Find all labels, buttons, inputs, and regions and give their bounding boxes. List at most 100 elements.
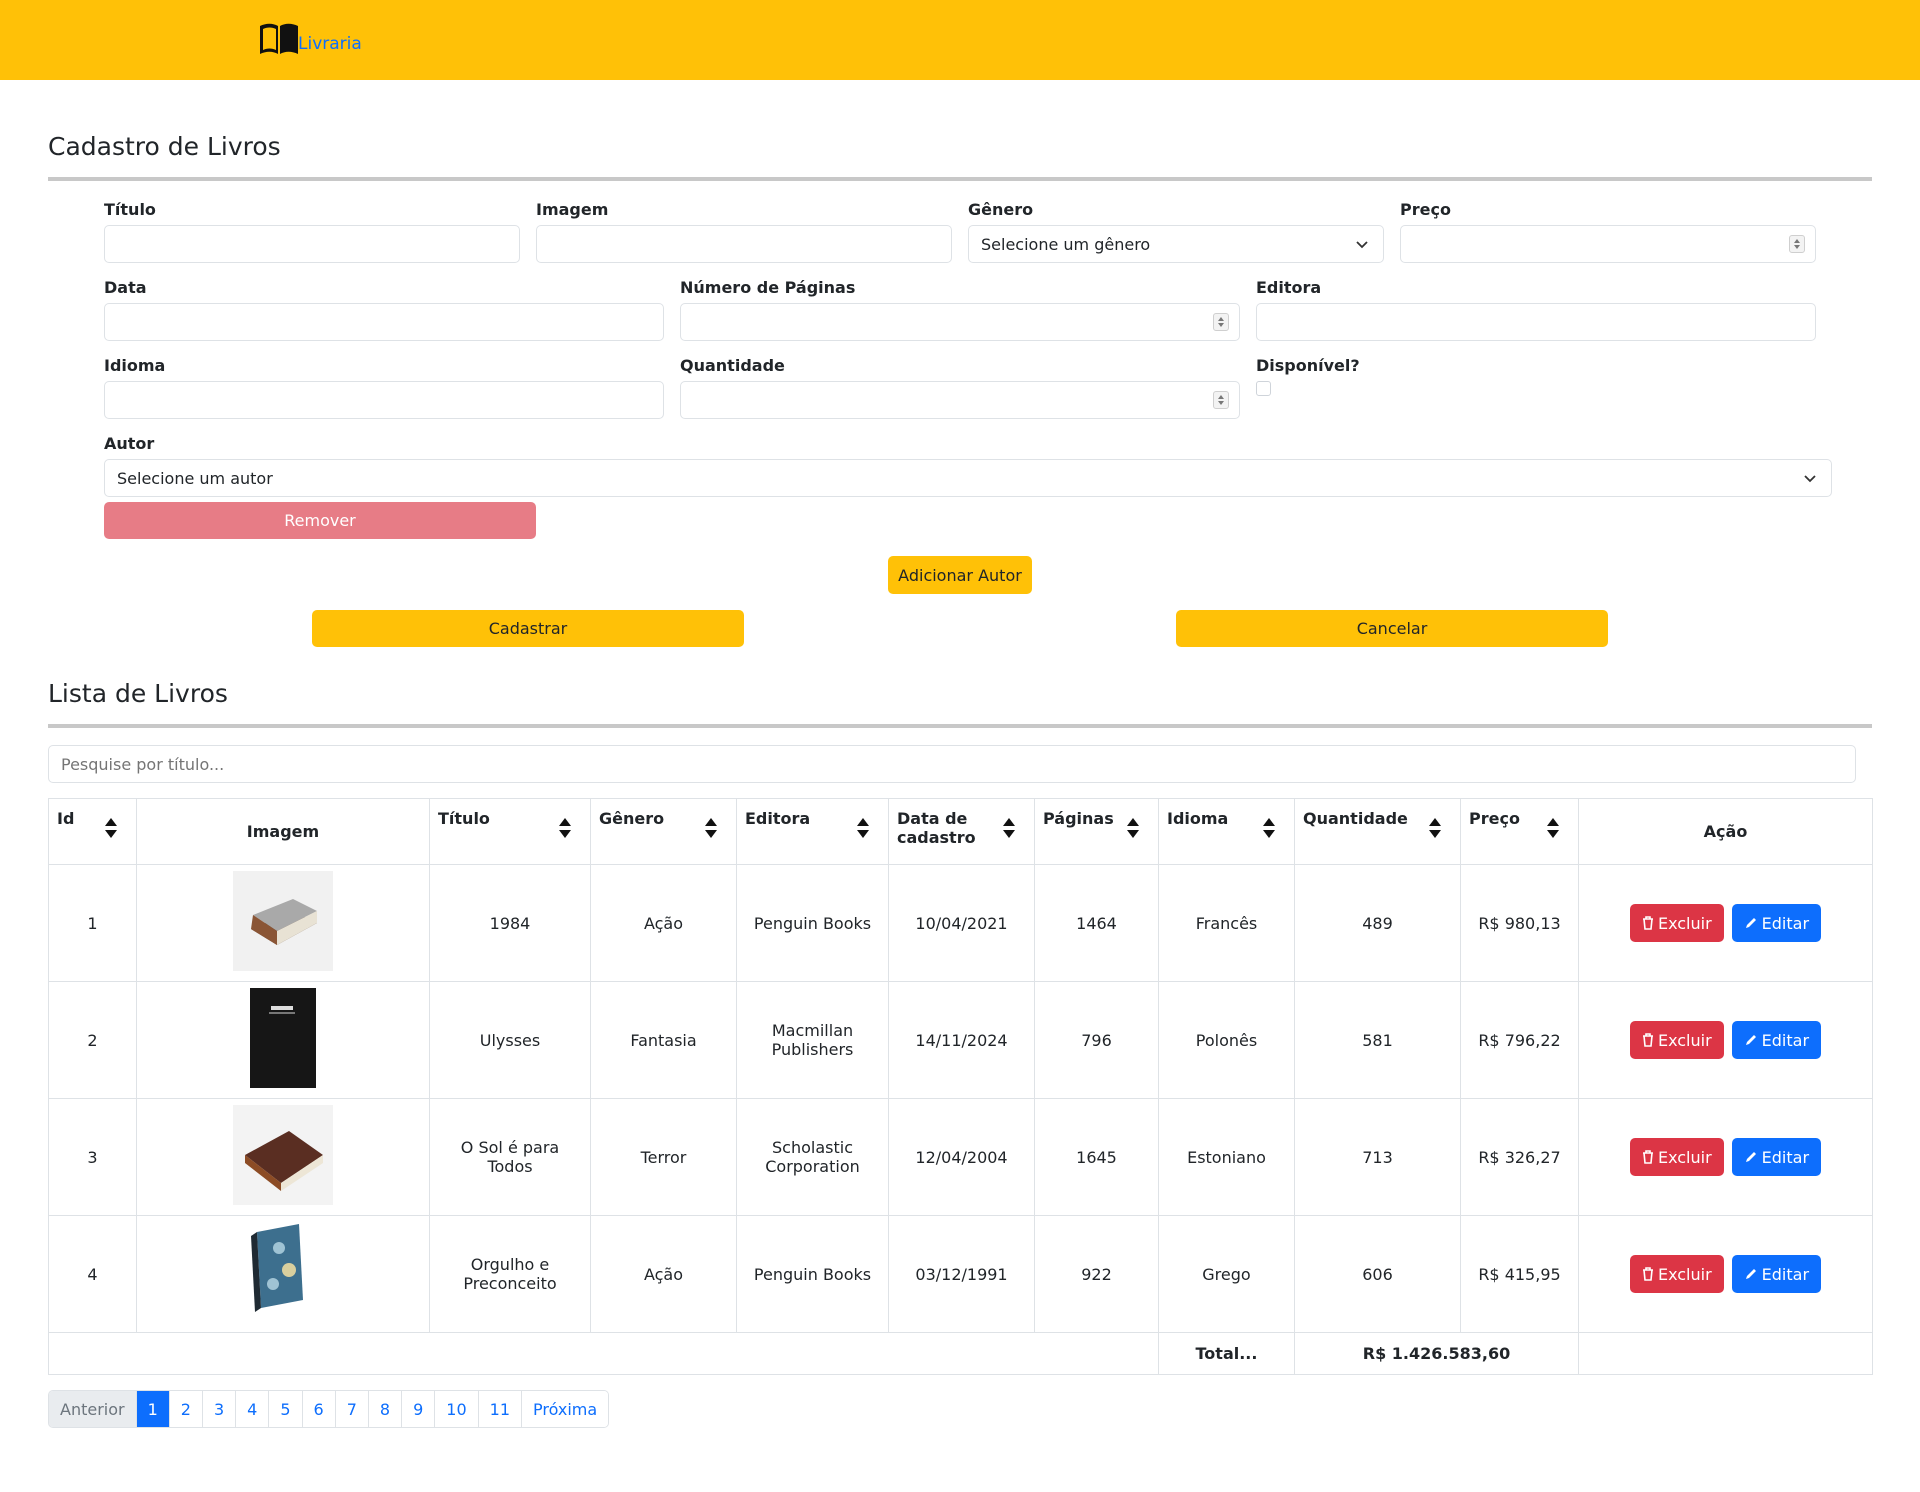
- pagination-page[interactable]: 6: [301, 1391, 335, 1427]
- col-titulo[interactable]: Título: [429, 798, 591, 865]
- paginas-input[interactable]: [680, 303, 1240, 341]
- list-title-divider: [48, 724, 1872, 728]
- col-editora[interactable]: Editora: [736, 798, 889, 865]
- idioma-input[interactable]: [104, 381, 664, 419]
- col-paginas[interactable]: Páginas: [1034, 798, 1159, 865]
- cell-genero: Ação: [590, 864, 737, 982]
- pagination-next[interactable]: Próxima: [521, 1391, 609, 1427]
- paginas-stepper[interactable]: [1213, 313, 1229, 331]
- col-id[interactable]: Id: [48, 798, 137, 865]
- genero-select[interactable]: Selecione um gênero: [968, 225, 1384, 263]
- remover-autor-button[interactable]: Remover: [104, 502, 536, 539]
- sort-icon[interactable]: [1428, 817, 1442, 839]
- preco-input[interactable]: [1400, 225, 1816, 263]
- cell-genero: Fantasia: [590, 981, 737, 1099]
- table-header-row: Id Imagem Título Gênero Editora Data de …: [48, 798, 1873, 865]
- genero-group: Gênero Selecione um gênero: [968, 200, 1384, 263]
- autor-selected-value: Selecione um autor: [117, 468, 273, 488]
- sort-icon[interactable]: [704, 817, 718, 839]
- adicionar-autor-button[interactable]: Adicionar Autor: [888, 556, 1032, 594]
- sort-icon[interactable]: [1002, 817, 1016, 839]
- col-genero[interactable]: Gênero: [590, 798, 737, 865]
- pencil-icon: [1745, 1035, 1756, 1045]
- sort-icon[interactable]: [558, 817, 572, 839]
- sort-icon[interactable]: [1126, 817, 1140, 839]
- cadastrar-button[interactable]: Cadastrar: [312, 610, 744, 647]
- pagination-page[interactable]: 7: [334, 1391, 368, 1427]
- list-title: Lista de Livros: [48, 679, 228, 708]
- pagination-page[interactable]: 3: [201, 1391, 236, 1427]
- data-group: Data: [104, 278, 664, 341]
- idioma-label: Idioma: [104, 356, 166, 375]
- edit-button[interactable]: Editar: [1731, 904, 1822, 942]
- cell-idioma: Grego: [1158, 1215, 1295, 1333]
- cell-id: 2: [48, 981, 137, 1099]
- cell-paginas: 1645: [1034, 1098, 1159, 1216]
- titulo-group: Título: [104, 200, 520, 263]
- book-cover-image: [233, 1105, 333, 1205]
- autor-select[interactable]: Selecione um autor: [104, 459, 1832, 497]
- col-acao: Ação: [1578, 798, 1873, 865]
- sort-icon[interactable]: [1546, 817, 1560, 839]
- navbar-brand[interactable]: Livraria: [258, 22, 362, 56]
- delete-button[interactable]: Excluir: [1629, 904, 1724, 942]
- pagination-page[interactable]: 10: [434, 1391, 478, 1427]
- pagination-page[interactable]: 1: [135, 1391, 169, 1427]
- titulo-input[interactable]: [104, 225, 520, 263]
- pagination-page[interactable]: 5: [268, 1391, 302, 1427]
- col-quantidade[interactable]: Quantidade: [1294, 798, 1461, 865]
- cell-paginas: 1464: [1034, 864, 1159, 982]
- edit-button[interactable]: Editar: [1731, 1138, 1822, 1176]
- delete-button[interactable]: Excluir: [1629, 1021, 1724, 1059]
- cell-data: 03/12/1991: [888, 1215, 1035, 1333]
- col-preco[interactable]: Preço: [1460, 798, 1579, 865]
- cell-data: 14/11/2024: [888, 981, 1035, 1099]
- pagination-page[interactable]: 2: [168, 1391, 202, 1427]
- table-total-row: Total... R$ 1.426.583,60: [48, 1332, 1873, 1375]
- cell-idioma: Francês: [1158, 864, 1295, 982]
- preco-group: Preço: [1400, 200, 1816, 263]
- cell-data: 10/04/2021: [888, 864, 1035, 982]
- quantidade-label: Quantidade: [680, 356, 785, 375]
- cell-data: 12/04/2004: [888, 1098, 1035, 1216]
- form-section-header: Cadastro de Livros: [48, 132, 1872, 181]
- sort-icon[interactable]: [856, 817, 870, 839]
- disponivel-checkbox[interactable]: [1256, 381, 1271, 396]
- preco-stepper[interactable]: [1789, 235, 1805, 253]
- paginas-group: Número de Páginas: [680, 278, 1240, 341]
- search-input[interactable]: [48, 745, 1856, 783]
- edit-button[interactable]: Editar: [1731, 1021, 1822, 1059]
- col-idioma[interactable]: Idioma: [1158, 798, 1295, 865]
- pagination-prev[interactable]: Anterior: [49, 1391, 136, 1427]
- imagem-label: Imagem: [536, 200, 609, 219]
- data-label: Data: [104, 278, 147, 297]
- cell-acao: Excluir Editar: [1578, 981, 1873, 1099]
- disponivel-label: Disponível?: [1256, 356, 1360, 375]
- delete-button[interactable]: Excluir: [1629, 1255, 1724, 1293]
- pagination-page[interactable]: 11: [477, 1391, 521, 1427]
- brand-label: Livraria: [298, 34, 362, 54]
- editora-input[interactable]: [1256, 303, 1816, 341]
- form-title: Cadastro de Livros: [48, 132, 281, 161]
- quantidade-stepper[interactable]: [1213, 391, 1229, 409]
- pagination-page[interactable]: 9: [401, 1391, 435, 1427]
- sort-icon[interactable]: [104, 817, 118, 839]
- edit-button[interactable]: Editar: [1731, 1255, 1822, 1293]
- imagem-input[interactable]: [536, 225, 952, 263]
- quantidade-input[interactable]: [680, 381, 1240, 419]
- pagination-page[interactable]: 4: [235, 1391, 269, 1427]
- cell-genero: Ação: [590, 1215, 737, 1333]
- delete-button[interactable]: Excluir: [1629, 1138, 1724, 1176]
- imagem-group: Imagem: [536, 200, 952, 263]
- cell-imagem: [136, 864, 430, 982]
- cell-id: 1: [48, 864, 137, 982]
- cancelar-button[interactable]: Cancelar: [1176, 610, 1608, 647]
- cell-idioma: Estoniano: [1158, 1098, 1295, 1216]
- trash-icon: [1642, 916, 1653, 930]
- data-input[interactable]: [104, 303, 664, 341]
- cell-acao: Excluir Editar: [1578, 1098, 1873, 1216]
- col-data-cadastro[interactable]: Data de cadastro: [888, 798, 1035, 865]
- sort-icon[interactable]: [1262, 817, 1276, 839]
- pagination-page[interactable]: 8: [367, 1391, 402, 1427]
- cell-editora: Penguin Books: [736, 1215, 889, 1333]
